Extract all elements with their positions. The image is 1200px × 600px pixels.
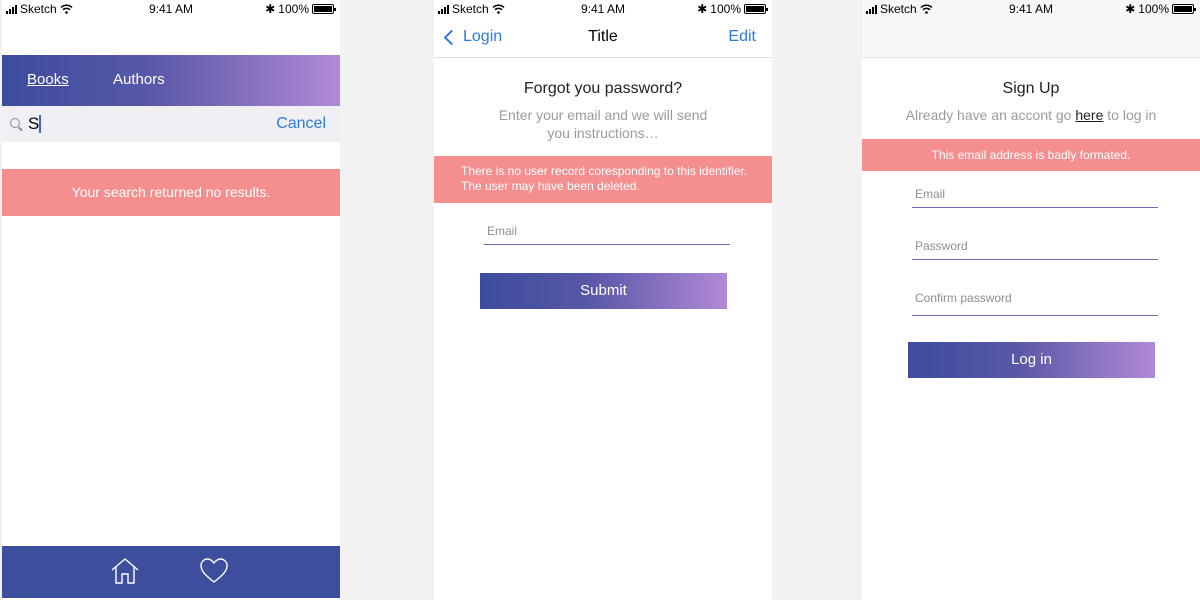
instructions-line-2: you instructions… (547, 125, 659, 141)
battery-icon (1172, 4, 1196, 14)
tabs-bar: Books Authors (2, 55, 340, 106)
status-bar: Sketch 9:41 AM ✱ 100% (2, 0, 340, 18)
email-field (912, 185, 1158, 208)
battery-percent: 100% (710, 2, 741, 16)
password-input[interactable] (912, 239, 1158, 253)
confirm-password-field (912, 289, 1158, 316)
cancel-button[interactable]: Cancel (276, 115, 326, 133)
login-prompt-before: Already have an accont go (905, 107, 1076, 123)
edit-button[interactable]: Edit (728, 28, 756, 46)
email-input[interactable] (912, 187, 1158, 201)
error-alert: There is no user record coresponding to … (434, 156, 772, 203)
status-right: ✱ 100% (1125, 2, 1196, 16)
status-bar: Sketch 9:41 AM ✱ 100% (434, 0, 772, 18)
home-icon[interactable] (110, 557, 140, 585)
text-cursor (39, 115, 41, 133)
battery-icon (312, 4, 336, 14)
battery-icon (744, 4, 768, 14)
no-results-alert: Your search returned no results. (2, 169, 340, 216)
login-button[interactable]: Log in (908, 342, 1155, 378)
login-prompt: Already have an accont go here to log in (862, 106, 1200, 124)
navigation-bar (862, 18, 1200, 58)
bluetooth-icon: ✱ (1125, 2, 1136, 16)
bottom-nav (2, 546, 340, 598)
error-line-1: There is no user record coresponding to … (461, 164, 748, 178)
heart-icon[interactable] (199, 557, 229, 585)
navigation-bar: Login Title Edit (434, 18, 772, 58)
password-field (912, 237, 1158, 260)
confirm-password-input[interactable] (912, 291, 1158, 305)
search-screen: Sketch 9:41 AM ✱ 100% Books Authors Canc… (2, 0, 340, 600)
forgot-password-screen: Sketch 9:41 AM ✱ 100% Login Title Edit F… (434, 0, 772, 600)
status-right: ✱ 100% (265, 2, 336, 16)
instructions-line-1: Enter your email and we will send (498, 107, 708, 123)
page-title: Sign Up (1002, 80, 1060, 97)
bluetooth-icon: ✱ (265, 2, 276, 16)
search-input[interactable] (28, 114, 228, 134)
error-alert: This email address is badly formated. (862, 139, 1200, 171)
search-bar: Cancel (2, 106, 340, 142)
signup-screen: Sketch 9:41 AM ✱ 100% Sign Up Already ha… (862, 0, 1200, 600)
bluetooth-icon: ✱ (697, 2, 708, 16)
search-icon (10, 118, 20, 128)
status-bar: Sketch 9:41 AM ✱ 100% (862, 0, 1200, 18)
tab-authors[interactable]: Authors (113, 71, 165, 88)
battery-percent: 100% (278, 2, 309, 16)
email-input[interactable] (484, 224, 730, 238)
status-right: ✱ 100% (697, 2, 768, 16)
nav-title: Title (588, 28, 618, 45)
login-prompt-after: to log in (1103, 107, 1157, 123)
submit-button[interactable]: Submit (480, 273, 727, 309)
error-line-2: The user may have been deleted. (461, 179, 640, 193)
here-link[interactable]: here (1075, 107, 1103, 123)
battery-percent: 100% (1138, 2, 1169, 16)
page-title: Forgot you password? (523, 80, 683, 97)
email-field (484, 222, 730, 245)
tab-books[interactable]: Books (27, 71, 69, 88)
